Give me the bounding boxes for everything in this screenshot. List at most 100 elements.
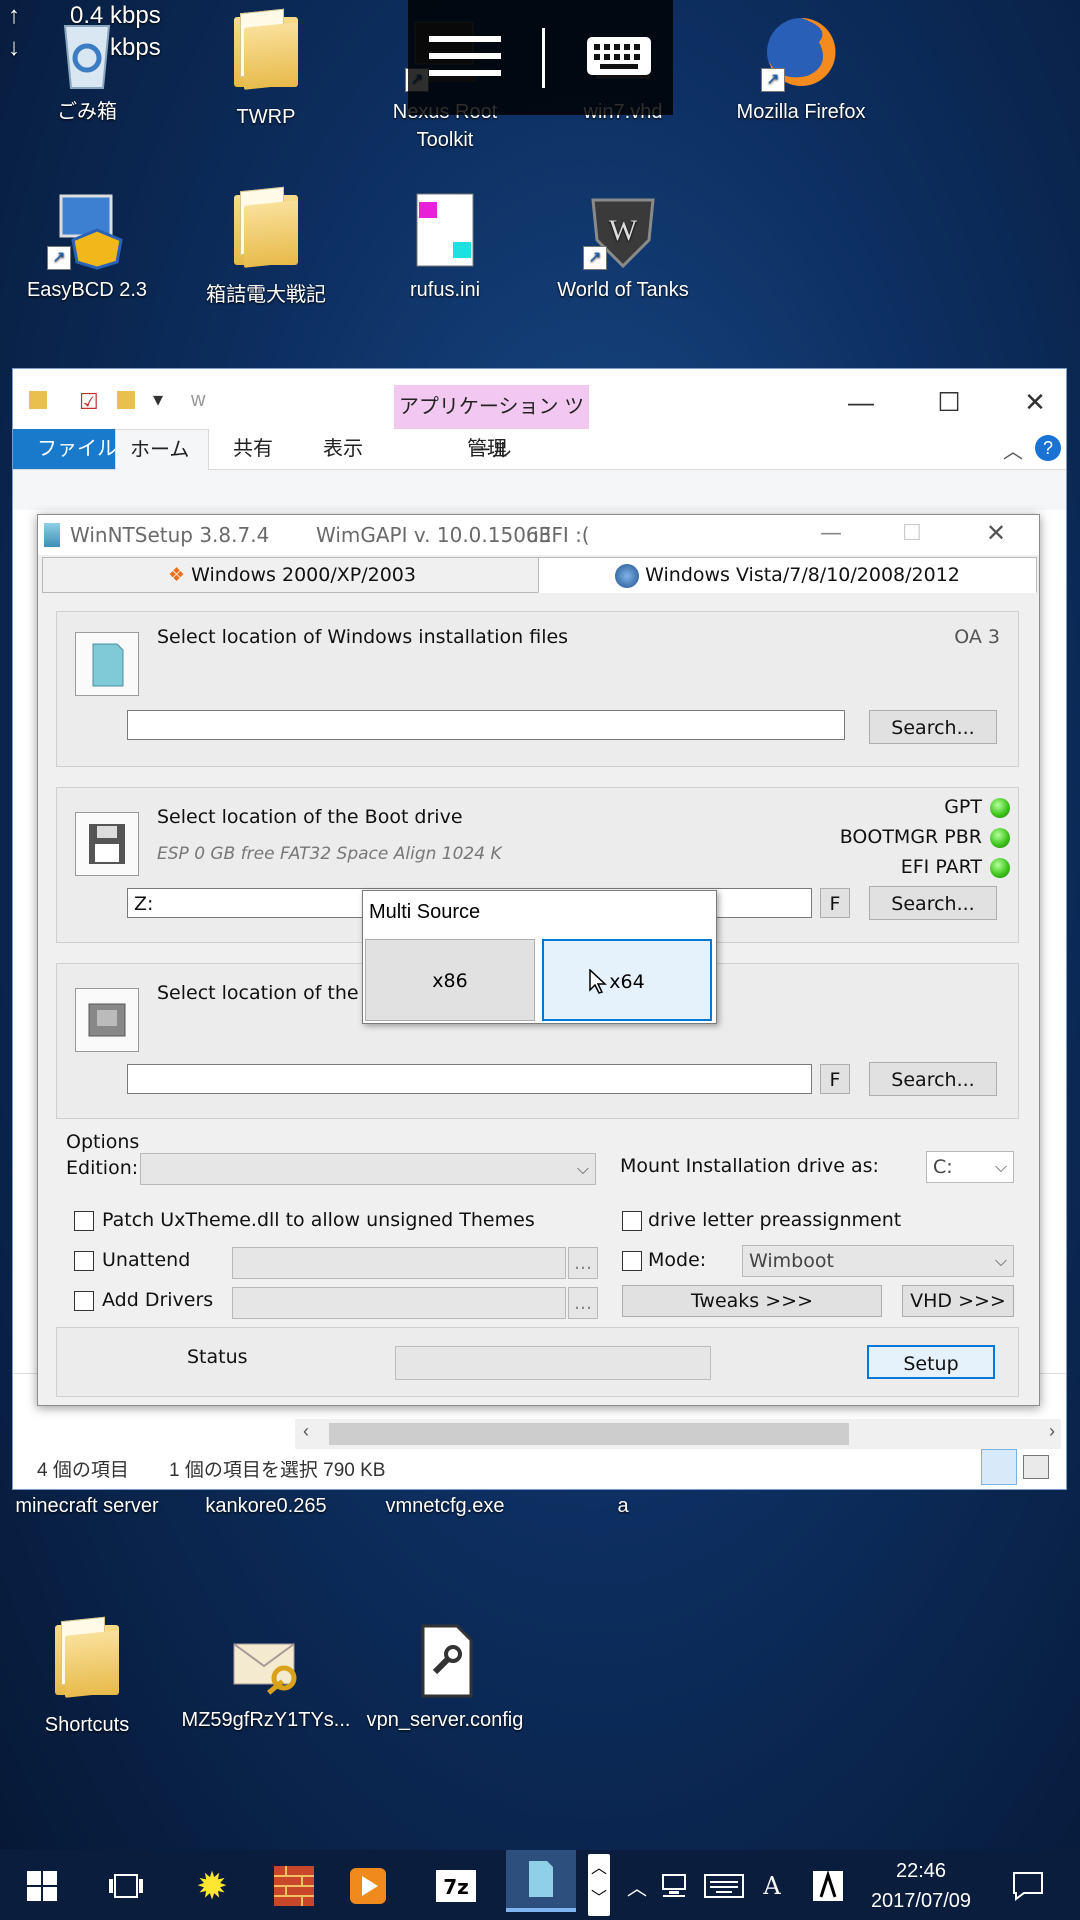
7zip-icon[interactable]: 7z [428, 1858, 484, 1914]
drivers-path[interactable] [232, 1287, 566, 1319]
boot-search-button[interactable]: Search... [869, 886, 997, 920]
scroll-right-icon[interactable]: › [1049, 1421, 1055, 1442]
ime-mode-icon[interactable] [810, 1858, 846, 1914]
recycle-bin-icon [47, 12, 127, 92]
status-label: Status [187, 1346, 248, 1368]
tab-home[interactable]: ホーム [115, 429, 209, 470]
touch-keyboard-icon[interactable] [702, 1858, 746, 1914]
desktop-icon-kankore[interactable]: kankore0.265 [181, 1492, 351, 1520]
install-path-input[interactable] [127, 710, 845, 740]
media-player-icon[interactable] [340, 1858, 396, 1914]
boot-heading: Select location of the Boot drive [157, 806, 463, 828]
desktop-icon-a[interactable]: a [538, 1492, 708, 1520]
mode-dropdown[interactable]: Wimboot ⌵ [742, 1245, 1014, 1277]
desktop-icon-vpn-config[interactable]: vpn_server.config [360, 1620, 530, 1734]
patch-uxtheme-checkbox[interactable] [74, 1211, 94, 1231]
tab-manage[interactable]: 管理 [453, 429, 521, 469]
shortcut-arrow-icon: ↗ [761, 68, 785, 92]
folder-small-icon [29, 391, 47, 409]
show-hidden-icons-chevron-icon[interactable]: ︿ [622, 1858, 652, 1914]
brick-app-icon[interactable] [266, 1858, 322, 1914]
vhd-button[interactable]: VHD >>> [902, 1285, 1014, 1317]
ribbon-collapse-icon[interactable]: ︿ [1003, 435, 1023, 464]
easybcd-icon: ↗ [47, 190, 127, 270]
close-icon[interactable]: ✕ [1005, 387, 1065, 418]
tab-windows-vista[interactable]: Windows Vista/7/8/10/2008/2012 [538, 557, 1037, 593]
clock[interactable]: 22:46 2017/07/09 [848, 1856, 994, 1916]
start-icon[interactable] [14, 1858, 70, 1914]
target-search-button[interactable]: Search... [869, 1062, 997, 1096]
desktop-icon-certificate[interactable]: MZ59gfRzY1TYs... [181, 1620, 351, 1734]
action-center-icon[interactable] [1000, 1858, 1056, 1914]
keyboard-icon[interactable] [586, 36, 652, 80]
desktop-icon-label: EasyBCD 2.3 [26, 279, 148, 301]
x86-button[interactable]: x86 [365, 939, 535, 1021]
desktop-icon-minecraft-server[interactable]: minecraft server [2, 1492, 172, 1520]
desktop-icon-world-of-tanks[interactable]: W ↗ World of Tanks [538, 190, 708, 304]
unattend-browse-button[interactable]: ... [568, 1247, 598, 1279]
world-of-tanks-icon: W ↗ [583, 190, 663, 270]
horizontal-scrollbar[interactable]: ‹ › [295, 1419, 1061, 1449]
scroll-left-icon[interactable]: ‹ [303, 1421, 309, 1442]
mode-label: Mode: [648, 1249, 707, 1271]
winntsetup-titlebar: WinNTSetup 3.8.7.4 WimGAPI v. 10.0.15063… [38, 515, 1039, 555]
maximize-icon[interactable]: ☐ [919, 387, 979, 418]
network-icon[interactable] [658, 1858, 694, 1914]
maximize-icon[interactable]: ☐ [902, 521, 922, 546]
install-search-button[interactable]: Search... [869, 710, 997, 744]
tab-label: Windows Vista/7/8/10/2008/2012 [645, 564, 960, 586]
patch-uxtheme-label: Patch UxTheme.dll to allow unsigned Them… [102, 1209, 535, 1231]
winntsetup-taskbar-icon[interactable] [506, 1850, 576, 1912]
desktop-icon-rufus-ini[interactable]: rufus.ini [360, 190, 530, 304]
add-drivers-checkbox[interactable] [74, 1291, 94, 1311]
desktop-icon-recycle-bin[interactable]: ごみ箱 [2, 12, 172, 126]
large-icons-view-icon[interactable] [1023, 1455, 1049, 1479]
taskbar-scroll-control[interactable]: ︿ ﹀ [588, 1854, 610, 1916]
ime-pen-icon[interactable]: A [754, 1858, 790, 1914]
desktop-icon-label: TWRP [236, 106, 296, 128]
unattend-checkbox[interactable] [74, 1251, 94, 1271]
task-view-icon[interactable] [98, 1858, 154, 1914]
new-folder-icon[interactable] [117, 391, 135, 409]
options-section: Options Edition: ⌵ Mount Installation dr… [56, 1131, 1017, 1327]
drivers-browse-button[interactable]: ... [568, 1287, 598, 1319]
edition-dropdown[interactable]: ⌵ [140, 1153, 596, 1185]
close-icon[interactable]: ✕ [986, 519, 1006, 547]
desktop-icon-vmnetcfg[interactable]: vmnetcfg.exe [360, 1492, 530, 1520]
drive-letter-preassign-checkbox[interactable] [622, 1211, 642, 1231]
details-view-icon[interactable] [981, 1449, 1017, 1485]
folder-icon [226, 17, 306, 97]
x64-button[interactable]: x64 [542, 939, 712, 1021]
desktop-icon-easybcd[interactable]: ↗ EasyBCD 2.3 [2, 190, 172, 304]
desktop-icon-label: rufus.ini [409, 279, 481, 301]
boot-f-button[interactable]: F [820, 888, 850, 918]
quick-access-dropdown-icon[interactable]: ▾ [153, 387, 163, 412]
mode-checkbox[interactable] [622, 1251, 642, 1271]
desktop-icon-shortcuts[interactable]: Shortcuts [2, 1620, 172, 1739]
target-f-button[interactable]: F [820, 1064, 850, 1094]
shortcut-arrow-icon: ↗ [47, 246, 71, 270]
mount-drive-dropdown[interactable]: C: ⌵ [926, 1151, 1014, 1183]
lightbulb-app-icon[interactable]: ✹ [184, 1858, 240, 1914]
minimize-icon[interactable]: — [820, 521, 842, 546]
status-group: Status Setup [56, 1327, 1019, 1397]
help-icon[interactable]: ? [1035, 435, 1061, 461]
add-drivers-label: Add Drivers [102, 1289, 214, 1311]
desktop-icon-twrp[interactable]: TWRP [181, 12, 351, 131]
tab-share[interactable]: 共有 [219, 429, 287, 469]
target-drive-input[interactable] [127, 1064, 812, 1094]
desktop-icon-hakozume[interactable]: 箱詰電大戦記 [181, 190, 351, 309]
minimize-icon[interactable]: — [831, 387, 891, 418]
properties-icon[interactable]: ☑ [79, 389, 99, 415]
unattend-path[interactable] [232, 1247, 566, 1279]
hamburger-menu-icon[interactable] [428, 34, 501, 82]
boot-status-list: GPT BOOTMGR PBR EFI PART [840, 792, 1010, 882]
tweaks-button[interactable]: Tweaks >>> [622, 1285, 882, 1317]
desktop-icon-label: minecraft server [15, 1495, 159, 1517]
tab-view[interactable]: 表示 [309, 429, 377, 469]
desktop-icon-firefox[interactable]: ↗ Mozilla Firefox [716, 12, 886, 126]
tab-windows-xp[interactable]: ❖ Windows 2000/XP/2003 [42, 557, 542, 593]
scrollbar-thumb[interactable] [329, 1423, 849, 1445]
taskbar: ✹ 7z ︿ ﹀ ︿ A 22:46 2017/07/09 [0, 1850, 1080, 1920]
setup-button[interactable]: Setup [867, 1345, 995, 1379]
